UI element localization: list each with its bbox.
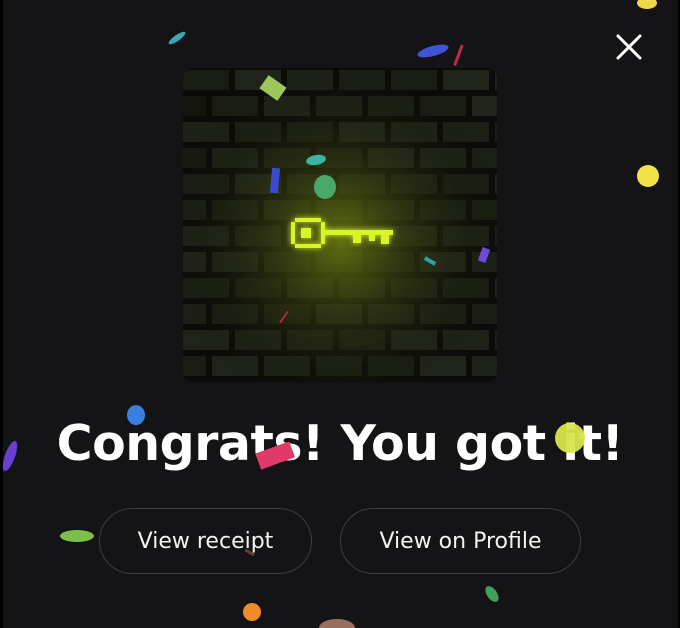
modal-edge-left <box>0 0 3 628</box>
view-receipt-button[interactable]: View receipt <box>99 508 312 574</box>
close-button[interactable] <box>606 24 652 70</box>
confetti-piece <box>637 0 657 9</box>
confetti-piece <box>485 586 499 602</box>
reward-artwork <box>183 68 497 382</box>
close-icon <box>616 34 642 60</box>
brick-wall-image <box>183 68 497 382</box>
confetti-piece <box>60 530 94 542</box>
confetti-piece <box>243 603 261 621</box>
confetti-piece <box>417 44 449 58</box>
confetti-piece <box>319 619 355 628</box>
view-on-profile-button[interactable]: View on Profile <box>340 508 581 574</box>
confetti-piece <box>637 165 659 187</box>
confetti-piece <box>453 44 464 67</box>
achievement-modal: Congrats! You got it! View receipt View … <box>0 0 680 628</box>
congrats-headline: Congrats! You got it! <box>56 415 624 472</box>
confetti-piece <box>168 31 186 45</box>
